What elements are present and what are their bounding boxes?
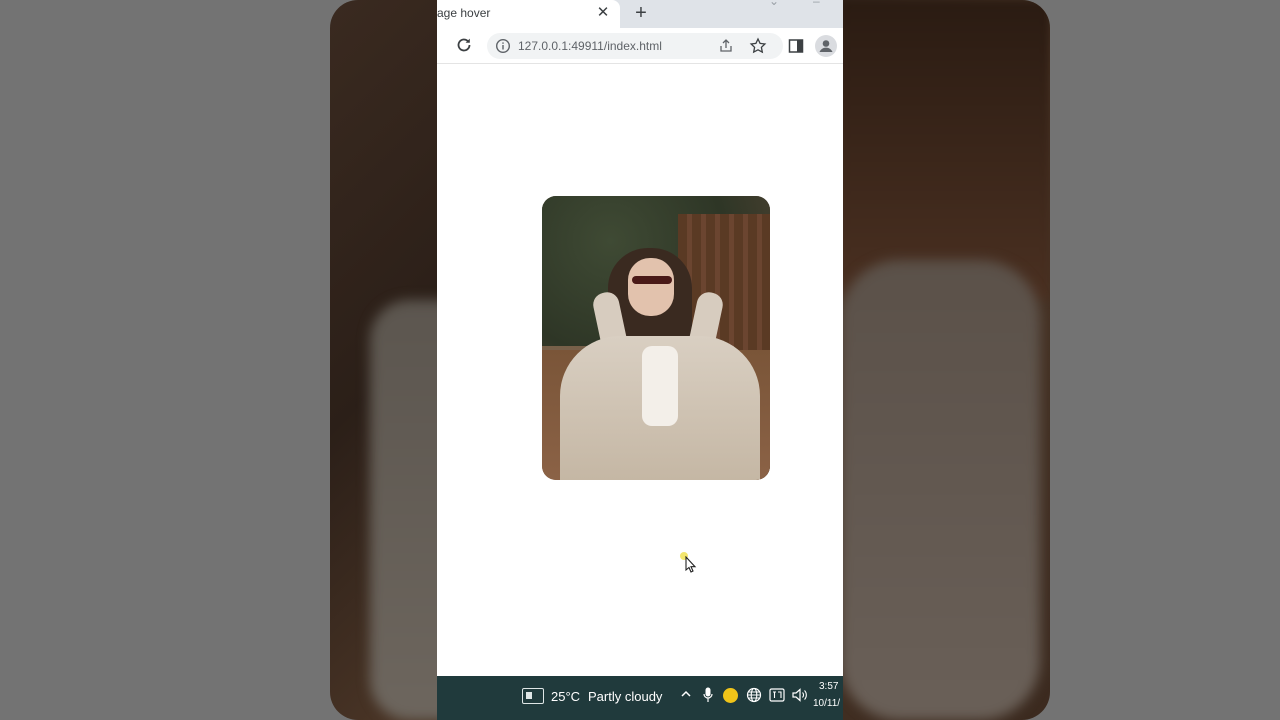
photo-white-shirt xyxy=(642,346,678,426)
globe-network-icon[interactable] xyxy=(746,687,762,703)
tab-close-icon[interactable]: ✕ xyxy=(595,4,611,22)
blurred-wood-wall xyxy=(840,0,1050,300)
clock-time[interactable]: 3:57 xyxy=(819,681,838,692)
windows-taskbar: 25°C Partly cloudy 3:57 10/11/ xyxy=(437,676,843,720)
share-icon[interactable] xyxy=(718,38,734,54)
tab-active[interactable]: age hover ✕ xyxy=(437,0,620,28)
hover-image-card[interactable] xyxy=(542,196,770,480)
microphone-icon[interactable] xyxy=(703,687,713,703)
tab-strip: age hover ✕ + ⌄ – xyxy=(437,0,843,28)
weather-temperature[interactable]: 25°C xyxy=(551,689,580,704)
address-bar[interactable]: 127.0.0.1:49911/index.html xyxy=(487,33,783,59)
new-tab-button[interactable]: + xyxy=(630,2,652,24)
photo-sunglasses xyxy=(632,276,672,284)
profile-icon[interactable] xyxy=(815,35,837,57)
browser-window: age hover ✕ + ⌄ – 127.0.0.1:49911/index.… xyxy=(437,0,843,720)
weather-description[interactable]: Partly cloudy xyxy=(588,689,662,704)
power-status-icon[interactable] xyxy=(723,688,738,703)
tab-title: age hover xyxy=(437,6,491,20)
blurred-coat-right xyxy=(840,260,1040,720)
minimize-icon[interactable]: – xyxy=(813,0,820,8)
clock-date[interactable]: 10/11/ xyxy=(813,698,840,709)
mouse-cursor-icon xyxy=(685,556,697,573)
photo-person-face xyxy=(628,258,674,316)
url-text[interactable]: 127.0.0.1:49911/index.html xyxy=(518,39,662,53)
tray-chevron-up-icon[interactable] xyxy=(679,687,693,701)
speaker-volume-icon[interactable] xyxy=(791,687,809,703)
browser-toolbar: 127.0.0.1:49911/index.html xyxy=(437,28,843,64)
reload-icon[interactable] xyxy=(455,36,473,54)
info-icon[interactable] xyxy=(495,38,511,54)
input-language-icon[interactable] xyxy=(769,688,785,702)
star-icon[interactable] xyxy=(749,37,767,55)
tab-search-chevron-icon[interactable]: ⌄ xyxy=(769,0,779,8)
side-panel-icon[interactable] xyxy=(788,38,804,54)
news-widget-icon[interactable] xyxy=(522,688,544,704)
